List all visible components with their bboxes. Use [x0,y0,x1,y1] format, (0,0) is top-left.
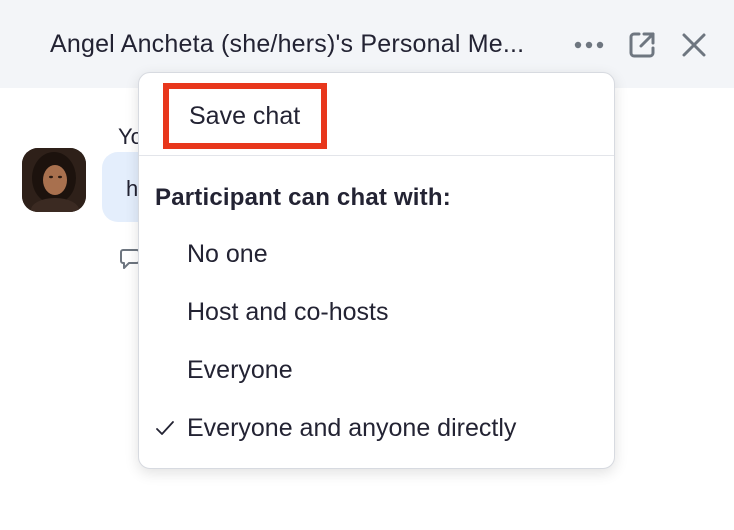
message-text: h [126,176,139,201]
option-label: Host and co-hosts [187,298,389,326]
close-icon [682,33,706,57]
option-label: Everyone [187,356,293,384]
save-chat-menu-item[interactable]: Save chat [163,83,327,149]
chat-window: Angel Ancheta (she/hers)'s Personal Me..… [0,0,734,530]
checkmark-icon [156,421,174,435]
reply-button[interactable] [120,248,140,270]
option-label: Everyone and anyone directly [187,414,517,442]
save-chat-label: Save chat [189,101,301,130]
avatar-photo-icon [22,148,86,212]
chat-title: Angel Ancheta (she/hers)'s Personal Me..… [50,30,525,58]
option-label: No one [187,240,268,268]
option-no-one[interactable]: No one [139,230,614,278]
menu-divider [139,155,614,156]
close-button[interactable] [677,28,711,62]
more-icon [574,41,604,49]
comment-icon [120,249,140,269]
popout-icon [629,32,655,58]
option-everyone-and-anyone-directly[interactable]: Everyone and anyone directly [139,404,614,452]
chat-permission-heading: Participant can chat with: [155,184,451,211]
option-everyone[interactable]: Everyone [139,346,614,394]
chat-options-menu: Save chat Participant can chat with: No … [138,72,615,469]
avatar [22,148,86,212]
popout-button[interactable] [625,28,659,62]
option-host-and-co-hosts[interactable]: Host and co-hosts [139,288,614,336]
more-options-button[interactable] [572,28,606,62]
